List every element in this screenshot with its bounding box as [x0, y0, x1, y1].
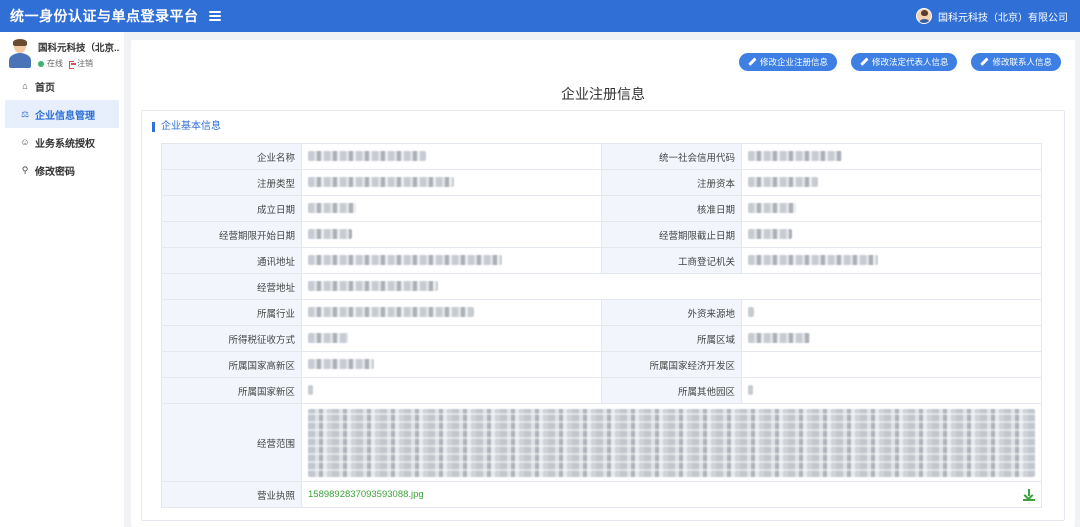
sidebar-item-label: 业务系统授权 — [35, 138, 95, 150]
high-tech-zone-value — [301, 351, 602, 378]
credit-code-value — [741, 143, 1042, 170]
table-row: 企业名称 统一社会信用代码 — [161, 143, 1042, 170]
field-label: 所属国家新区 — [161, 377, 302, 404]
company-name-header: 国科元科技（北京）有限公司 — [938, 12, 1068, 24]
menu-toggle-icon[interactable] — [208, 11, 221, 21]
op-end-value — [741, 221, 1042, 248]
sidebar-item-label: 首页 — [35, 82, 55, 94]
top-bar: 统一身份认证与单点登录平台 国科元科技（北京）有限公司 — [0, 0, 1080, 32]
op-start-value — [301, 221, 602, 248]
info-table: 企业名称 统一社会信用代码 注册类型 注册资本 成立日期 核准日期 经营期限开始… — [161, 143, 1042, 508]
table-row: 所得税征收方式 所属区域 — [161, 325, 1042, 352]
field-label: 所属行业 — [161, 299, 302, 326]
button-label: 修改法定代表人信息 — [871, 57, 949, 67]
table-row: 通讯地址 工商登记机关 — [161, 247, 1042, 274]
field-label: 所属区域 — [601, 325, 742, 352]
industry-value — [301, 299, 602, 326]
business-scope-value — [301, 403, 1042, 482]
edit-contact-button[interactable]: 修改联系人信息 — [971, 53, 1061, 71]
field-label: 经营范围 — [161, 403, 302, 482]
field-label: 外资来源地 — [601, 299, 742, 326]
field-label: 工商登记机关 — [601, 247, 742, 274]
page-title: 企业注册信息 — [561, 86, 645, 102]
sidebar-item-label: 企业信息管理 — [35, 110, 95, 122]
action-buttons: 修改企业注册信息 修改法定代表人信息 修改联系人信息 — [725, 53, 1061, 71]
sidebar-item-home[interactable]: ⌂ 首页 — [5, 72, 119, 100]
field-label: 通讯地址 — [161, 247, 302, 274]
field-label: 统一社会信用代码 — [601, 143, 742, 170]
reg-type-value — [301, 169, 602, 196]
tax-method-value — [301, 325, 602, 352]
users-icon: ☺ — [20, 137, 30, 147]
field-label: 企业名称 — [161, 143, 302, 170]
table-row: 经营期限开始日期 经营期限截止日期 — [161, 221, 1042, 248]
main-panel: 修改企业注册信息 修改法定代表人信息 修改联系人信息 企业注册信息 企业基本信息… — [131, 40, 1075, 527]
table-row: 注册类型 注册资本 — [161, 169, 1042, 196]
bank-icon: ⚖ — [20, 108, 30, 119]
field-label: 经营地址 — [161, 273, 302, 300]
field-label: 所属其他园区 — [601, 377, 742, 404]
field-label: 营业执照 — [161, 481, 302, 508]
app-title: 统一身份认证与单点登录平台 — [10, 8, 199, 24]
download-icon[interactable] — [1023, 488, 1035, 501]
field-label: 所属国家经济开发区 — [601, 351, 742, 378]
pencil-icon — [748, 58, 756, 66]
user-menu[interactable]: 国科元科技（北京）有限公司 — [916, 0, 1068, 32]
license-cell: 1589892837093593088.jpg — [301, 481, 1042, 508]
basic-info-section: 企业基本信息 企业名称 统一社会信用代码 注册类型 注册资本 成立日期 核准日期 — [141, 110, 1065, 521]
home-icon: ⌂ — [22, 81, 28, 91]
reg-authority-value — [741, 247, 1042, 274]
econ-dev-zone-value — [741, 351, 1042, 378]
other-park-value — [741, 377, 1042, 404]
profile-avatar-icon — [8, 39, 32, 68]
table-row: 营业执照 1589892837093593088.jpg — [161, 481, 1042, 508]
logout-link[interactable]: 注销 — [77, 58, 93, 69]
key-icon: ⚲ — [21, 164, 29, 175]
field-label: 注册类型 — [161, 169, 302, 196]
approval-date-value — [741, 195, 1042, 222]
reg-capital-value — [741, 169, 1042, 196]
field-label: 核准日期 — [601, 195, 742, 222]
pencil-icon — [860, 58, 868, 66]
sidebar: 国科元科技（北京... 在线 注销 ⌂ 首页 ⚖ 企业信息管理 ☺ 业务系统授权… — [0, 32, 124, 527]
foreign-source-value — [741, 299, 1042, 326]
new-area-value — [301, 377, 602, 404]
user-avatar-icon — [916, 8, 932, 24]
button-label: 修改企业注册信息 — [759, 57, 828, 67]
profile-name: 国科元科技（北京... — [38, 43, 120, 54]
sidebar-item-company-info[interactable]: ⚖ 企业信息管理 — [5, 100, 119, 128]
profile-status: 在线 注销 — [38, 58, 120, 69]
field-label: 经营期限开始日期 — [161, 221, 302, 248]
edit-registration-button[interactable]: 修改企业注册信息 — [738, 53, 837, 71]
sidebar-item-label: 修改密码 — [35, 166, 75, 178]
field-label: 成立日期 — [161, 195, 302, 222]
est-date-value — [301, 195, 602, 222]
table-row: 成立日期 核准日期 — [161, 195, 1042, 222]
button-label: 修改联系人信息 — [992, 57, 1052, 67]
sidebar-item-system-auth[interactable]: ☺ 业务系统授权 — [5, 128, 119, 156]
field-label: 所属国家高新区 — [161, 351, 302, 378]
sidebar-item-change-password[interactable]: ⚲ 修改密码 — [5, 156, 119, 184]
online-dot-icon — [38, 60, 44, 67]
online-status: 在线 — [47, 59, 63, 68]
field-label: 经营期限截止日期 — [601, 221, 742, 248]
field-label: 所得税征收方式 — [161, 325, 302, 352]
edit-legal-rep-button[interactable]: 修改法定代表人信息 — [850, 53, 958, 71]
op-addr-value — [301, 273, 1042, 300]
section-title: 企业基本信息 — [152, 122, 221, 132]
mail-addr-value — [301, 247, 602, 274]
pencil-icon — [980, 58, 988, 66]
logout-icon[interactable] — [69, 60, 76, 69]
table-row: 经营地址 — [161, 273, 1042, 300]
company-name-value — [301, 143, 602, 170]
table-row: 所属行业 外资来源地 — [161, 299, 1042, 326]
license-file-link[interactable]: 1589892837093593088.jpg — [308, 489, 424, 500]
user-profile: 国科元科技（北京... 在线 注销 — [0, 32, 124, 72]
table-row: 经营范围 — [161, 403, 1042, 482]
region-value — [741, 325, 1042, 352]
table-row: 所属国家高新区 所属国家经济开发区 — [161, 351, 1042, 378]
table-row: 所属国家新区 所属其他园区 — [161, 377, 1042, 404]
field-label: 注册资本 — [601, 169, 742, 196]
